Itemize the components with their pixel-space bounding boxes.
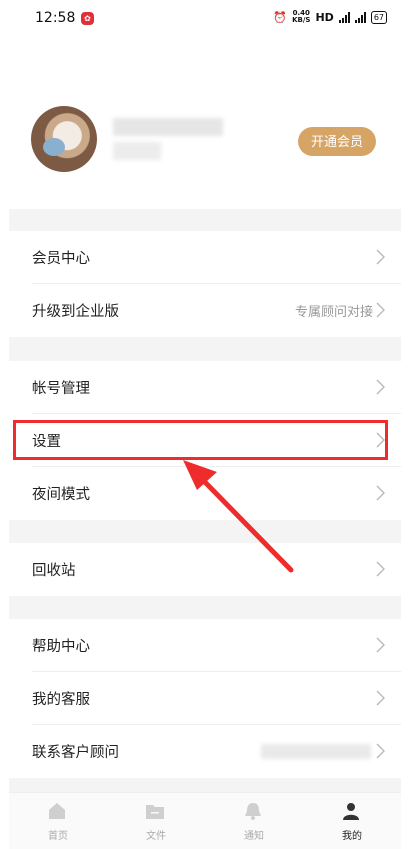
- bottom-nav: 首页 文件 通知 我的: [9, 792, 401, 849]
- pointer-arrow-icon: [183, 460, 294, 573]
- nav-files[interactable]: 文件: [107, 793, 205, 849]
- folder-icon: [146, 805, 164, 819]
- nav-label: 我的: [342, 831, 362, 842]
- nav-label: 通知: [244, 831, 264, 842]
- nav-home[interactable]: 首页: [9, 793, 107, 849]
- home-icon: [49, 803, 65, 819]
- nav-mine[interactable]: 我的: [303, 793, 401, 849]
- bell-icon: [245, 803, 261, 820]
- nav-label: 首页: [48, 831, 68, 842]
- nav-notify[interactable]: 通知: [205, 793, 303, 849]
- screen: 12:58 ✿ ⏰ 0.40 KB/S HD 67 开通会员 会员中心 升级到企…: [9, 0, 401, 849]
- nav-label: 文件: [146, 831, 166, 842]
- user-icon: [343, 803, 359, 820]
